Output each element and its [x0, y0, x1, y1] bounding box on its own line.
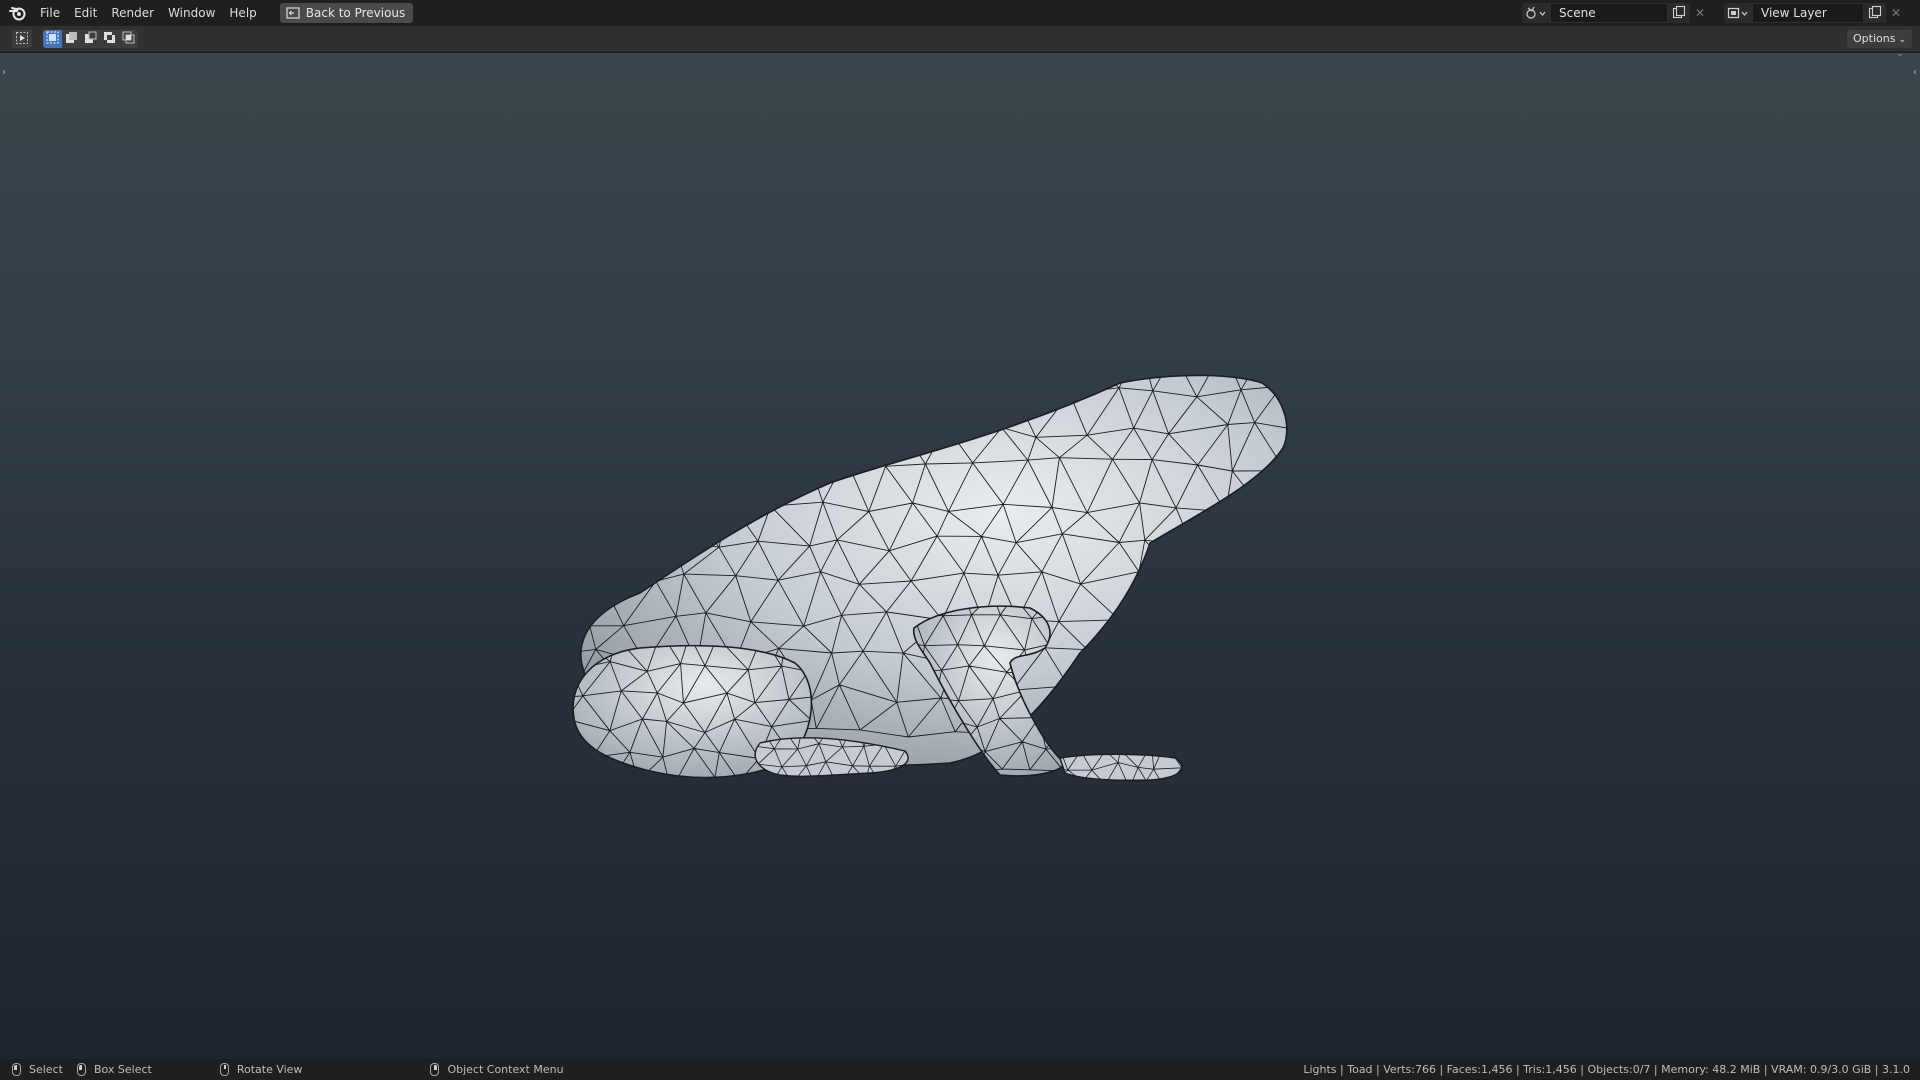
status-bar: Select Box Select Rotate View Object Con…: [0, 1059, 1920, 1080]
viewport-header: Options ⌄: [0, 26, 1920, 52]
hint-box-select: Box Select: [76, 1059, 152, 1080]
select-difference-mode-button[interactable]: [100, 30, 119, 48]
back-icon: [286, 7, 300, 19]
hint-context-menu: Object Context Menu: [430, 1059, 564, 1080]
scene-selector: Scene ✕: [1522, 3, 1710, 23]
menu-render[interactable]: Render: [104, 3, 161, 23]
new-copy-icon: [1868, 5, 1882, 22]
select-intersect-mode-button[interactable]: [119, 30, 138, 48]
mouse-icon: [76, 1063, 86, 1076]
select-mode-icon: [65, 31, 78, 47]
menu-edit[interactable]: Edit: [67, 3, 104, 23]
chevron-down-icon: ⌄: [1898, 35, 1906, 45]
mouse-icon: [219, 1063, 229, 1076]
scene-selector-icon[interactable]: [1522, 3, 1550, 23]
hint-context-menu-label: Object Context Menu: [447, 1063, 564, 1076]
mouse-icon: [430, 1063, 440, 1076]
scene-statistics: Lights | Toad | Verts:766 | Faces:1,456 …: [1303, 1063, 1910, 1076]
close-icon: ✕: [1694, 6, 1706, 20]
hint-rotate-view: Rotate View: [219, 1059, 303, 1080]
view-layer-name-field[interactable]: View Layer: [1752, 3, 1864, 23]
mouse-icon: [12, 1063, 21, 1076]
close-icon: ✕: [1890, 6, 1902, 20]
select-mode-icon: [46, 31, 59, 47]
blender-logo-icon[interactable]: [7, 2, 29, 24]
delete-view-layer-button[interactable]: ✕: [1886, 3, 1906, 23]
menu-window[interactable]: Window: [161, 3, 222, 23]
menu-help[interactable]: Help: [222, 3, 263, 23]
hint-select-label: Select: [29, 1063, 63, 1076]
select-new-mode-button[interactable]: [43, 30, 62, 48]
back-to-previous-button[interactable]: Back to Previous: [279, 3, 414, 23]
back-to-previous-label: Back to Previous: [305, 6, 406, 20]
3d-viewport[interactable]: › ‹ ⌄: [0, 53, 1920, 1059]
hint-rotate-view-label: Rotate View: [236, 1063, 303, 1076]
options-dropdown[interactable]: Options ⌄: [1847, 30, 1912, 48]
selection-mode-group: [43, 30, 138, 48]
options-label: Options: [1853, 32, 1896, 45]
hint-box-select-label: Box Select: [93, 1063, 152, 1076]
select-extend-mode-button[interactable]: [62, 30, 81, 48]
new-copy-icon: [1672, 5, 1686, 22]
new-view-layer-button[interactable]: [1864, 3, 1886, 23]
menu-file[interactable]: File: [33, 3, 67, 23]
scene-name-field[interactable]: Scene: [1550, 3, 1668, 23]
view-layer-icon[interactable]: [1724, 3, 1752, 23]
delete-scene-button[interactable]: ✕: [1690, 3, 1710, 23]
select-mode-icon: [103, 31, 116, 47]
toad-mesh[interactable]: [0, 53, 1920, 1059]
select-mode-icon: [122, 31, 135, 47]
hint-select: Select: [12, 1059, 63, 1080]
tweak-tool-icon: [15, 31, 29, 48]
select-mode-icon: [84, 31, 97, 47]
view-layer-selector: View Layer ✕: [1724, 3, 1906, 23]
new-scene-button[interactable]: [1668, 3, 1690, 23]
top-bar: File Edit Render Window Help Back to Pre…: [0, 0, 1920, 26]
tweak-tool-button[interactable]: [12, 30, 32, 48]
select-subtract-mode-button[interactable]: [81, 30, 100, 48]
